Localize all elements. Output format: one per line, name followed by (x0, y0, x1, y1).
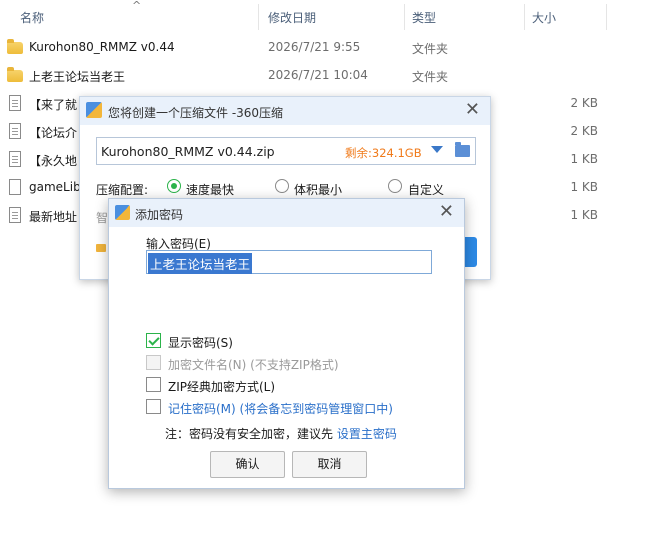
document-icon (9, 151, 21, 167)
password-value: 上老王论坛当老王 (148, 253, 253, 274)
sort-ascending-icon: ^ (132, 0, 142, 12)
smart-label: 智 (96, 211, 109, 225)
radio-smallest-label[interactable]: 体积最小 (294, 181, 342, 198)
add-password-title: 添加密码 (135, 208, 184, 222)
output-path-value: Kurohon80_RMMZ v0.44.zip (101, 144, 275, 159)
file-row[interactable]: 上老王论坛当老王 2026/7/21 10:04 文件夹 (0, 61, 645, 89)
column-header: ^ 名称 修改日期 类型 大小 (0, 0, 645, 32)
column-type[interactable]: 类型 (412, 9, 436, 26)
file-name: 最新地址 (29, 210, 78, 224)
compress-dialog-title: 您将创建一个压缩文件 -360压缩 (108, 106, 284, 120)
column-date[interactable]: 修改日期 (268, 9, 316, 26)
zip-classic-encryption-checkbox[interactable] (146, 377, 161, 392)
file-name: Kurohon80_RMMZ v0.44 (29, 40, 175, 54)
folder-icon (7, 67, 23, 82)
column-divider[interactable] (524, 4, 525, 30)
remember-password-label[interactable]: 记住密码(M) (将会备忘到密码管理窗口中) (168, 400, 393, 417)
security-note-text: 注：密码没有安全加密，建议先 (165, 427, 337, 441)
add-password-titlebar[interactable]: 添加密码 ✕ (109, 199, 464, 227)
file-icon (9, 179, 21, 195)
security-note: 注：密码没有安全加密，建议先 设置主密码 (165, 425, 397, 442)
encrypt-filenames-checkbox (146, 355, 161, 370)
file-date: 2026/7/21 9:55 (268, 40, 361, 54)
file-type: 文件夹 (412, 42, 449, 56)
file-size: 1 KB (570, 180, 598, 194)
file-date: 2026/7/21 10:04 (268, 68, 368, 82)
document-icon (9, 207, 21, 223)
confirm-button[interactable]: 确认 (210, 451, 285, 478)
column-divider[interactable] (258, 4, 259, 30)
output-path-field[interactable]: Kurohon80_RMMZ v0.44.zip 剩余:324.1GB (96, 137, 476, 165)
set-master-password-link[interactable]: 设置主密码 (337, 427, 397, 441)
column-divider[interactable] (606, 4, 607, 30)
file-name: 【论坛介 (29, 126, 78, 140)
file-size: 1 KB (570, 152, 598, 166)
cancel-button[interactable]: 取消 (292, 451, 367, 478)
close-icon[interactable]: ✕ (465, 100, 480, 120)
column-name[interactable]: 名称 (20, 9, 44, 26)
file-name: gameLib (29, 180, 81, 194)
file-row[interactable]: Kurohon80_RMMZ v0.44 2026/7/21 9:55 文件夹 (0, 33, 645, 61)
app-360zip-icon (115, 205, 130, 220)
radio-smallest[interactable] (275, 179, 289, 193)
chevron-down-icon[interactable] (431, 146, 443, 153)
radio-custom-label[interactable]: 自定义 (408, 181, 444, 198)
column-size[interactable]: 大小 (532, 9, 556, 26)
app-360zip-icon (86, 102, 102, 118)
free-space-label: 剩余:324.1GB (345, 146, 422, 160)
column-divider[interactable] (404, 4, 405, 30)
compress-config-label: 压缩配置: (96, 183, 149, 197)
password-input[interactable]: 上老王论坛当老王 (146, 250, 432, 274)
file-size: 1 KB (570, 208, 598, 222)
folder-icon (7, 39, 23, 54)
compress-now-button[interactable] (465, 237, 477, 267)
file-type: 文件夹 (412, 70, 449, 84)
document-icon (9, 123, 21, 139)
browse-folder-icon[interactable] (455, 142, 470, 157)
radio-custom[interactable] (388, 179, 402, 193)
file-name: 上老王论坛当老王 (29, 70, 126, 84)
file-name: 【永久地 (29, 154, 78, 168)
document-icon (9, 95, 21, 111)
add-password-dialog: 添加密码 ✕ 输入密码(E) 上老王论坛当老王 显示密码(S) 加密文件名(N)… (108, 198, 465, 489)
show-password-label[interactable]: 显示密码(S) (168, 334, 233, 351)
compress-dialog-titlebar[interactable]: 您将创建一个压缩文件 -360压缩 ✕ (80, 97, 490, 125)
remember-password-checkbox[interactable] (146, 399, 161, 414)
zip-classic-encryption-label[interactable]: ZIP经典加密方式(L) (168, 378, 275, 395)
encrypt-filenames-label: 加密文件名(N) (不支持ZIP格式) (168, 358, 339, 372)
file-size: 2 KB (570, 96, 598, 110)
radio-fastest[interactable] (167, 179, 181, 193)
file-size: 2 KB (570, 124, 598, 138)
close-icon[interactable]: ✕ (439, 202, 454, 222)
show-password-checkbox[interactable] (146, 333, 161, 348)
file-name: 【来了就 (29, 98, 78, 112)
radio-fastest-label[interactable]: 速度最快 (186, 181, 234, 198)
lock-icon[interactable] (96, 244, 106, 252)
